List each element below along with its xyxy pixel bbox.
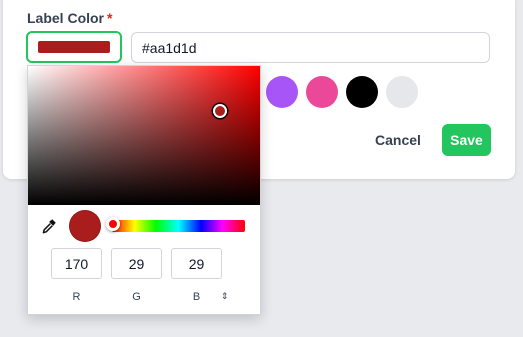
preset-pink-swatch[interactable]	[306, 76, 338, 108]
field-label-text: Label Color	[27, 10, 105, 26]
mode-toggle-icon[interactable]: ⇕	[221, 291, 229, 302]
selected-color-swatch	[38, 41, 110, 53]
label-color-heading: Label Color *	[27, 10, 112, 26]
green-channel-input[interactable]	[111, 248, 162, 279]
saturation-value-handle[interactable]	[213, 104, 227, 118]
current-color-preview	[69, 210, 101, 242]
cancel-button[interactable]: Cancel	[368, 124, 428, 156]
blue-channel-input[interactable]	[171, 248, 222, 279]
red-channel-label: R	[72, 291, 81, 303]
green-channel-label: G	[132, 291, 141, 303]
preset-black-swatch[interactable]	[346, 76, 378, 108]
preset-purple-swatch[interactable]	[266, 76, 298, 108]
save-button[interactable]: Save	[442, 124, 491, 156]
required-asterisk: *	[107, 10, 113, 26]
blue-channel-label: B	[192, 291, 201, 303]
color-swatch-button[interactable]	[26, 31, 122, 63]
hue-slider[interactable]	[106, 217, 245, 232]
hue-slider-handle[interactable]	[106, 217, 120, 231]
hex-color-input[interactable]	[131, 32, 490, 63]
color-picker-popover: R G B ⇕	[27, 65, 261, 315]
red-channel-input[interactable]	[51, 248, 102, 279]
saturation-value-area[interactable]	[28, 66, 260, 205]
preset-light-gray-swatch[interactable]	[386, 76, 418, 108]
eyedropper-icon[interactable]	[40, 217, 58, 235]
